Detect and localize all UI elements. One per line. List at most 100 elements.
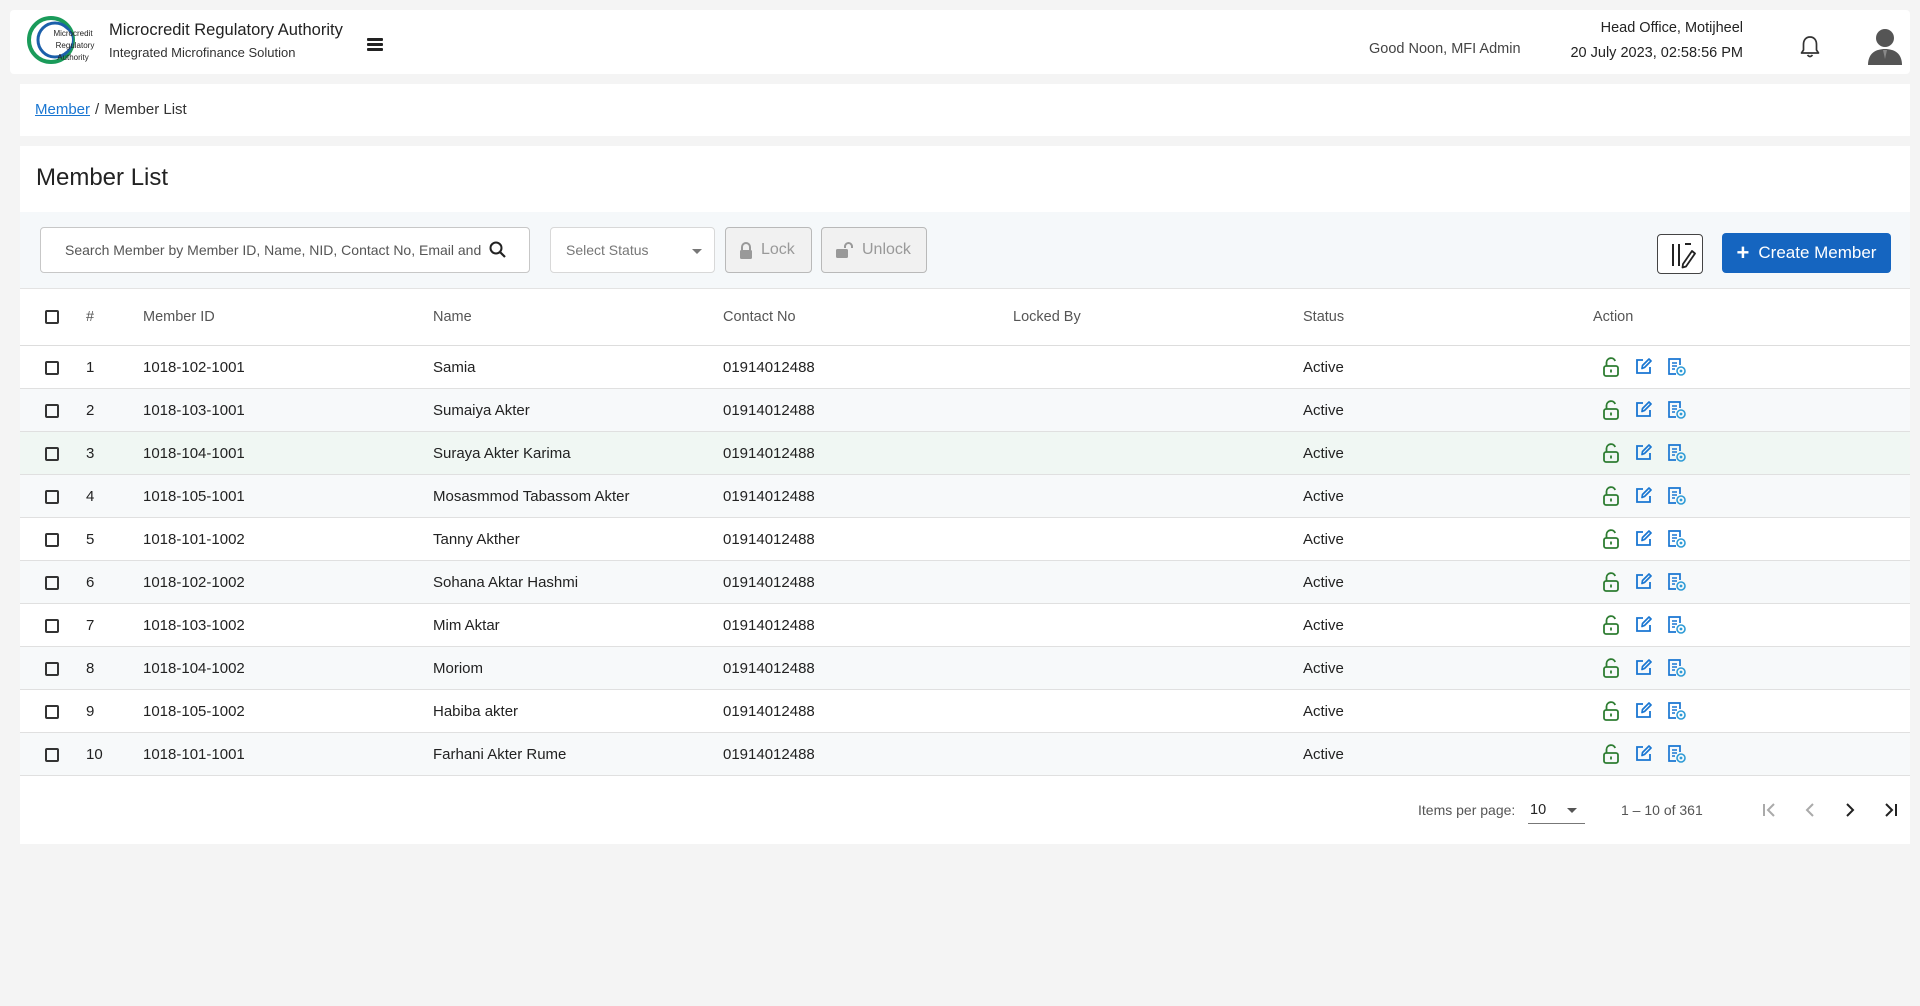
table-row[interactable]: 9 1018-105-1002 Habiba akter 01914012488 Act… bbox=[20, 689, 1910, 733]
locked-by-cell bbox=[998, 517, 1288, 561]
table-row[interactable]: 3 1018-104-1001 Suraya Akter Karima 0191401… bbox=[20, 431, 1910, 475]
edit-icon[interactable] bbox=[1634, 701, 1653, 720]
user-avatar-icon[interactable] bbox=[1866, 25, 1904, 65]
document-view-icon[interactable] bbox=[1667, 572, 1687, 592]
unlock-icon[interactable] bbox=[1602, 658, 1620, 678]
row-number: 3 bbox=[70, 431, 128, 475]
unlock-icon[interactable] bbox=[1602, 529, 1620, 549]
search-box[interactable] bbox=[40, 227, 530, 273]
member-id-cell: 1018-102-1001 bbox=[128, 345, 418, 389]
row-checkbox[interactable] bbox=[45, 575, 59, 590]
row-number: 9 bbox=[70, 689, 128, 733]
document-view-icon[interactable] bbox=[1667, 529, 1687, 549]
column-header-number: # bbox=[70, 288, 128, 346]
breadcrumb-member-link[interactable]: Member bbox=[35, 101, 90, 118]
lock-button[interactable]: Lock bbox=[725, 227, 812, 273]
row-checkbox[interactable] bbox=[45, 747, 59, 762]
row-checkbox[interactable] bbox=[45, 489, 59, 504]
row-actions bbox=[1593, 529, 1910, 549]
column-header-contact: Contact No bbox=[708, 288, 998, 346]
table-row[interactable]: 1 1018-102-1001 Samia 01914012488 Active bbox=[20, 345, 1910, 389]
table-row[interactable]: 7 1018-103-1002 Mim Aktar 01914012488 Active bbox=[20, 603, 1910, 647]
member-name-cell: Mim Aktar bbox=[418, 603, 708, 647]
table-row[interactable]: 10 1018-101-1001 Farhani Akter Rume 0191401… bbox=[20, 732, 1910, 776]
row-actions bbox=[1593, 572, 1910, 592]
unlock-icon[interactable] bbox=[1602, 443, 1620, 463]
search-input[interactable] bbox=[65, 228, 485, 272]
unlock-icon[interactable] bbox=[1602, 400, 1620, 420]
unlock-icon[interactable] bbox=[1602, 486, 1620, 506]
select-all-checkbox[interactable] bbox=[45, 310, 59, 325]
table-row[interactable]: 6 1018-102-1002 Sohana Aktar Hashmi 0191401… bbox=[20, 560, 1910, 604]
document-view-icon[interactable] bbox=[1667, 658, 1687, 678]
status-select-placeholder: Select Status bbox=[566, 242, 649, 258]
document-view-icon[interactable] bbox=[1667, 744, 1687, 764]
edit-icon[interactable] bbox=[1634, 658, 1653, 677]
edit-icon[interactable] bbox=[1634, 572, 1653, 591]
document-view-icon[interactable] bbox=[1667, 615, 1687, 635]
unlock-icon[interactable] bbox=[1602, 701, 1620, 721]
contact-no-cell: 01914012488 bbox=[708, 603, 998, 647]
last-page-icon[interactable] bbox=[1878, 798, 1902, 822]
column-header-status: Status bbox=[1288, 288, 1578, 346]
document-view-icon[interactable] bbox=[1667, 443, 1687, 463]
row-checkbox[interactable] bbox=[45, 618, 59, 633]
unlock-icon[interactable] bbox=[1602, 572, 1620, 592]
unlock-icon[interactable] bbox=[1602, 744, 1620, 764]
row-number: 10 bbox=[70, 732, 128, 776]
column-header-locked-by: Locked By bbox=[998, 288, 1288, 346]
document-view-icon[interactable] bbox=[1667, 400, 1687, 420]
previous-page-icon[interactable] bbox=[1798, 798, 1822, 822]
edit-icon[interactable] bbox=[1634, 486, 1653, 505]
contact-no-cell: 01914012488 bbox=[708, 431, 998, 475]
edit-icon[interactable] bbox=[1634, 529, 1653, 548]
edit-icon[interactable] bbox=[1634, 400, 1653, 419]
search-icon[interactable] bbox=[488, 240, 508, 260]
unlock-icon[interactable] bbox=[1602, 615, 1620, 635]
status-select[interactable]: Select Status bbox=[550, 227, 715, 273]
row-checkbox[interactable] bbox=[45, 532, 59, 547]
next-page-icon[interactable] bbox=[1838, 798, 1862, 822]
edit-icon[interactable] bbox=[1634, 615, 1653, 634]
document-view-icon[interactable] bbox=[1667, 486, 1687, 506]
lock-button-label: Lock bbox=[761, 241, 795, 258]
action-cell bbox=[1578, 431, 1910, 475]
table-row[interactable]: 4 1018-105-1001 Mosasmmod Tabassom Akter 01… bbox=[20, 474, 1910, 518]
document-view-icon[interactable] bbox=[1667, 357, 1687, 377]
chevron-down-icon bbox=[1567, 808, 1577, 813]
notification-bell-icon[interactable] bbox=[1798, 34, 1822, 60]
app-title: Microcredit Regulatory Authority bbox=[109, 21, 343, 39]
row-checkbox[interactable] bbox=[45, 403, 59, 418]
row-actions bbox=[1593, 701, 1910, 721]
unlock-button[interactable]: Unlock bbox=[821, 227, 927, 273]
first-page-icon[interactable] bbox=[1758, 798, 1782, 822]
edit-icon[interactable] bbox=[1634, 357, 1653, 376]
create-member-button[interactable]: + Create Member bbox=[1722, 233, 1891, 273]
row-checkbox[interactable] bbox=[45, 446, 59, 461]
member-name-cell: Tanny Akther bbox=[418, 517, 708, 561]
menu-toggle-icon[interactable] bbox=[367, 38, 383, 52]
table-row[interactable]: 2 1018-103-1001 Sumaiya Akter 01914012488 Ac… bbox=[20, 388, 1910, 432]
row-actions bbox=[1593, 658, 1910, 678]
edit-icon[interactable] bbox=[1634, 744, 1653, 763]
row-checkbox[interactable] bbox=[45, 661, 59, 676]
edit-icon[interactable] bbox=[1634, 443, 1653, 462]
column-settings-button[interactable] bbox=[1657, 234, 1703, 274]
row-number: 5 bbox=[70, 517, 128, 561]
locked-by-cell bbox=[998, 388, 1288, 432]
member-id-cell: 1018-104-1001 bbox=[128, 431, 418, 475]
status-cell: Active bbox=[1288, 603, 1578, 647]
table-row[interactable]: 8 1018-104-1002 Moriom 01914012488 Active bbox=[20, 646, 1910, 690]
table-header-row: # Member ID Name Contact No Locked By St… bbox=[20, 288, 1910, 346]
member-id-cell: 1018-101-1002 bbox=[128, 517, 418, 561]
document-view-icon[interactable] bbox=[1667, 701, 1687, 721]
row-checkbox[interactable] bbox=[45, 704, 59, 719]
member-id-cell: 1018-105-1002 bbox=[128, 689, 418, 733]
row-checkbox[interactable] bbox=[45, 360, 59, 375]
locked-by-cell bbox=[998, 603, 1288, 647]
breadcrumb-bar: Member / Member List bbox=[20, 84, 1910, 136]
table-row[interactable]: 5 1018-101-1002 Tanny Akther 01914012488 Act… bbox=[20, 517, 1910, 561]
unlock-icon[interactable] bbox=[1602, 357, 1620, 377]
items-per-page-select[interactable]: 10 bbox=[1528, 798, 1585, 824]
plus-icon: + bbox=[1736, 240, 1750, 265]
